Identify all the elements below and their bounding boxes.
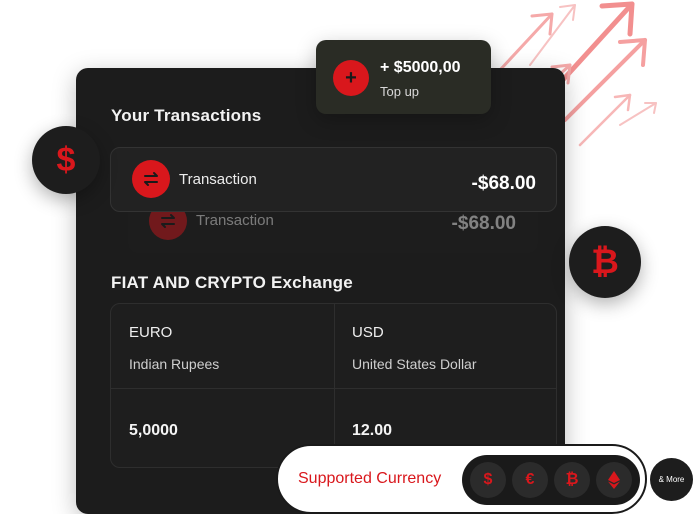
ethereum-icon [596, 462, 632, 498]
currency-value: 5,0000 [129, 422, 178, 439]
supported-currency-label: Supported Currency [298, 470, 442, 487]
transaction-amount: -$68.00 [451, 213, 516, 234]
transaction-row[interactable]: Transaction -$68.00 [110, 147, 557, 212]
transaction-row-faded[interactable]: Transaction -$68.00 [128, 202, 538, 253]
currency-name: United States Dollar [352, 356, 477, 372]
bitcoin-icon: ₿ [569, 226, 641, 298]
more-currencies-button[interactable]: & More [650, 458, 693, 501]
dollar-icon: $ [470, 462, 506, 498]
topup-amount: + $5000,00 [380, 59, 461, 76]
currency-name: Indian Rupees [129, 356, 220, 372]
currency-code: EURO [129, 324, 173, 341]
euro-icon: € [512, 462, 548, 498]
transaction-amount: -$68.00 [471, 173, 536, 194]
dollar-icon: $ [32, 126, 100, 194]
currency-value: 12.00 [352, 422, 393, 439]
transaction-label: Transaction [196, 212, 274, 229]
transaction-label: Transaction [179, 171, 257, 188]
exchange-arrows-icon [132, 160, 170, 198]
bitcoin-icon: ₿ [554, 462, 590, 498]
plus-icon: + [333, 60, 369, 96]
topup-label: Top up [380, 84, 420, 99]
currency-code: USD [352, 324, 384, 341]
topup-card[interactable]: + + $5000,00 Top up [316, 40, 491, 114]
currency-icon-tray: $ € ₿ [462, 455, 640, 505]
exchange-title: FIAT AND CRYPTO Exchange [111, 273, 353, 292]
supported-currency-pill[interactable]: Supported Currency $ € ₿ [276, 444, 647, 514]
transactions-title: Your Transactions [111, 106, 262, 125]
